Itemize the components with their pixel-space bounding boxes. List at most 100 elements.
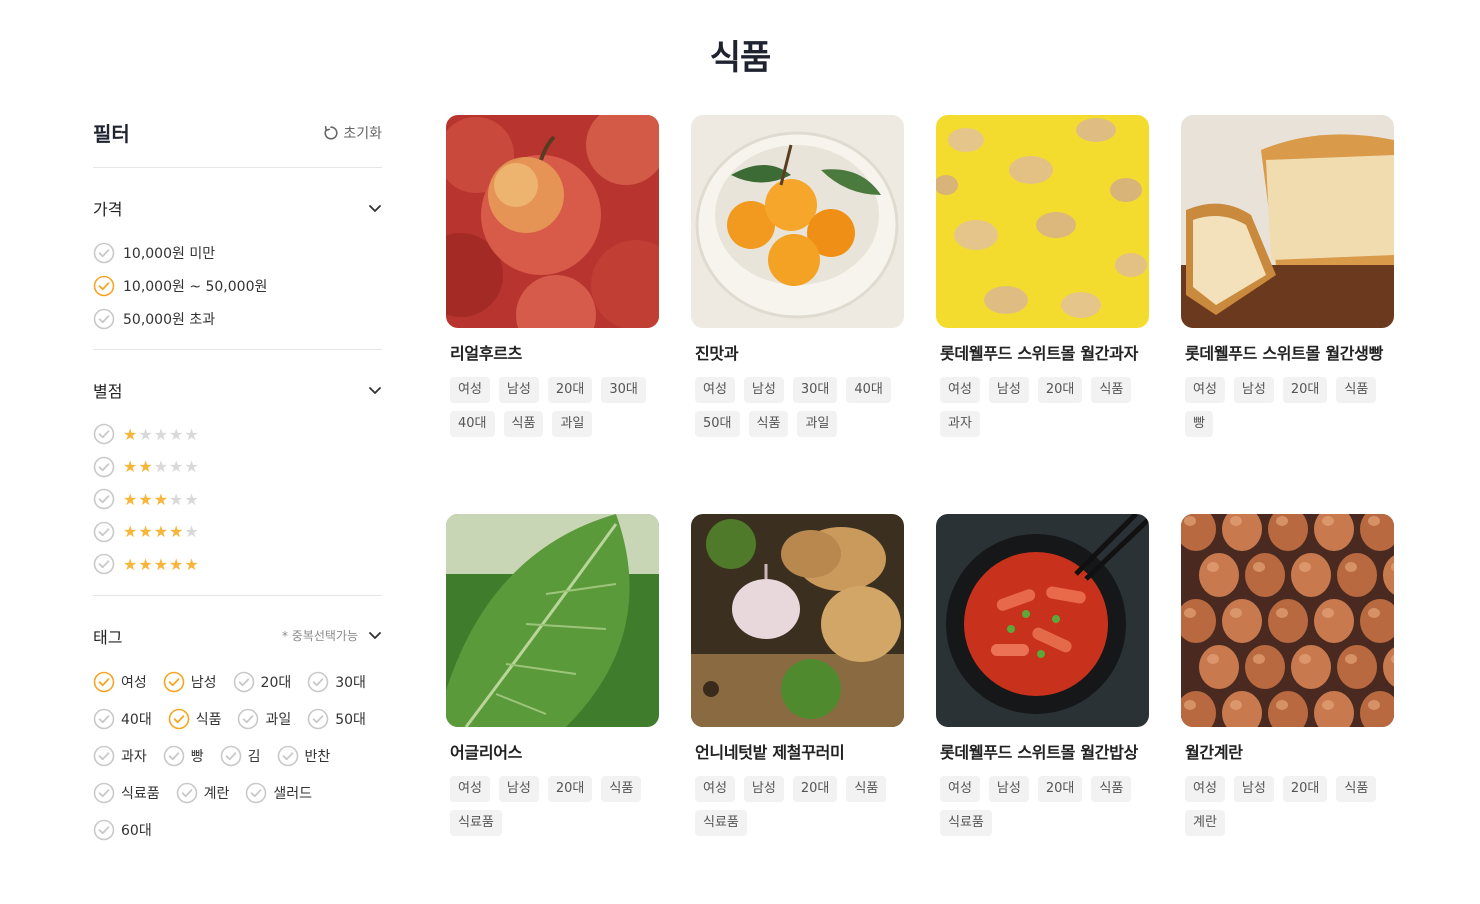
tag-chip: 20대 (1037, 776, 1083, 802)
product-image[interactable] (691, 514, 904, 727)
tag-chip: 40대 (846, 377, 891, 403)
unchecked-circle-icon[interactable] (93, 819, 115, 841)
tag-option[interactable]: 여성 (93, 664, 147, 701)
checked-circle-icon[interactable] (93, 671, 115, 693)
tag-chip: 여성 (1185, 776, 1225, 802)
product-name[interactable]: 롯데웰푸드 스위트몰 월간밥상 (936, 741, 1146, 764)
unchecked-circle-icon[interactable] (307, 708, 329, 730)
product-image[interactable] (936, 115, 1149, 328)
unchecked-circle-icon[interactable] (93, 242, 115, 264)
tag-option[interactable]: 60대 (93, 812, 152, 849)
price-option[interactable]: 10,000원 ~ 50,000원 (93, 269, 382, 302)
product-card[interactable]: 월간계란 여성 남성 20대 식품 계란 (1181, 514, 1394, 836)
unchecked-circle-icon[interactable] (233, 671, 255, 693)
tag-option[interactable]: 남성 (163, 664, 217, 701)
tag-option[interactable]: 30대 (307, 664, 366, 701)
product-card[interactable]: 롯데웰푸드 스위트몰 월간과자 여성 남성 20대 식품 과자 (936, 115, 1149, 437)
reset-button[interactable]: 초기화 (323, 123, 382, 143)
product-card[interactable]: 롯데웰푸드 스위트몰 월간밥상 여성 남성 20대 식품 식료품 (936, 514, 1149, 836)
product-tags: 여성 남성 20대 식품 빵 (1181, 377, 1391, 437)
tag-chip: 30대 (792, 377, 838, 403)
product-image[interactable] (1181, 514, 1394, 727)
page-title: 식품 (709, 38, 772, 78)
unchecked-circle-icon[interactable] (237, 708, 259, 730)
tag-option[interactable]: 계란 (176, 775, 230, 812)
chevron-down-icon[interactable] (368, 386, 382, 395)
price-option[interactable]: 10,000원 미만 (93, 236, 382, 269)
unchecked-circle-icon[interactable] (93, 488, 115, 510)
product-name[interactable]: 월간계란 (1181, 741, 1391, 764)
product-image[interactable] (446, 514, 659, 727)
tag-option[interactable]: 반찬 (277, 738, 331, 775)
tag-option[interactable]: 40대 (93, 701, 152, 738)
tag-chip: 식품 (1091, 776, 1132, 802)
unchecked-circle-icon[interactable] (176, 782, 198, 804)
tag-chip: 식품 (1336, 776, 1377, 802)
rating-filter-title: 별점 (93, 382, 123, 401)
unchecked-circle-icon[interactable] (93, 521, 115, 543)
product-image[interactable] (936, 514, 1149, 727)
tag-option[interactable]: 과자 (93, 738, 147, 775)
unchecked-circle-icon[interactable] (93, 745, 115, 767)
star-icon: ★ (138, 489, 154, 509)
product-image[interactable] (1181, 115, 1394, 328)
product-name[interactable]: 어글리어스 (446, 741, 656, 764)
product-card[interactable]: 어글리어스 여성 남성 20대 식품 식료품 (446, 514, 659, 836)
price-filter-header[interactable]: 가격 (93, 196, 382, 220)
unchecked-circle-icon[interactable] (163, 745, 185, 767)
product-card[interactable]: 롯데웰푸드 스위트몰 월간생빵여성 남성 20대 식품 빵 (1181, 115, 1394, 437)
unchecked-circle-icon[interactable] (220, 745, 242, 767)
tag-chip: 여성 (695, 377, 735, 403)
rating-option[interactable]: ★★★★★ (93, 516, 382, 549)
unchecked-circle-icon[interactable] (277, 745, 299, 767)
checked-circle-icon[interactable] (163, 671, 185, 693)
star-icon: ★ (123, 457, 139, 477)
tag-option-label: 20대 (260, 675, 292, 691)
tag-chip: 식품 (601, 776, 642, 802)
star-icon: ★ (169, 522, 185, 542)
checked-circle-icon[interactable] (93, 275, 115, 297)
rating-filter-header[interactable]: 별점 (93, 378, 382, 402)
chevron-down-icon[interactable] (368, 631, 382, 640)
product-image[interactable] (446, 115, 659, 328)
unchecked-circle-icon[interactable] (93, 708, 115, 730)
unchecked-circle-icon[interactable] (93, 782, 115, 804)
tag-option[interactable]: 과일 (237, 701, 291, 738)
tag-option[interactable]: 50대 (307, 701, 366, 738)
product-name[interactable]: 리얼후르츠 (446, 342, 656, 365)
rating-option[interactable]: ★★★★★ (93, 418, 382, 451)
unchecked-circle-icon[interactable] (307, 671, 329, 693)
tag-option[interactable]: 식품 (168, 701, 221, 738)
tag-chip: 식품 (846, 776, 887, 802)
tag-option[interactable]: 빵 (163, 738, 204, 775)
product-name[interactable]: 언니네텃밭 제철꾸러미 (691, 741, 901, 764)
product-name[interactable]: 진맛과 (691, 342, 901, 365)
rating-option[interactable]: ★★★★★ (93, 451, 382, 484)
tag-option-label: 과일 (265, 712, 292, 728)
product-card[interactable]: 진맛과 여성 남성 30대 40대 50대 식품 과일 (691, 115, 904, 437)
unchecked-circle-icon[interactable] (93, 456, 115, 478)
tag-option[interactable]: 20대 (233, 664, 292, 701)
tag-chip: 여성 (450, 776, 490, 802)
tag-filter-header[interactable]: 태그 * 중복선택가능 (93, 624, 382, 648)
product-name[interactable]: 롯데웰푸드 스위트몰 월간생빵 (1181, 342, 1391, 365)
product-card[interactable]: 리얼후르츠 여성 남성 20대 30대 40대 식품 과일 (446, 115, 659, 437)
tag-option[interactable]: 식료품 (93, 775, 160, 812)
tag-option[interactable]: 김 (220, 738, 261, 775)
product-name[interactable]: 롯데웰푸드 스위트몰 월간과자 (936, 342, 1146, 365)
tag-chip: 여성 (940, 776, 980, 802)
unchecked-circle-icon[interactable] (93, 423, 115, 445)
unchecked-circle-icon[interactable] (245, 782, 267, 804)
rating-option[interactable]: ★★★★★ (93, 548, 382, 581)
product-image[interactable] (691, 115, 904, 328)
product-card[interactable]: 언니네텃밭 제철꾸러미 여성 남성 20대 식품 식료품 (691, 514, 904, 836)
checked-circle-icon[interactable] (168, 708, 190, 730)
chevron-down-icon[interactable] (368, 204, 382, 213)
unchecked-circle-icon[interactable] (93, 553, 115, 575)
unchecked-circle-icon[interactable] (93, 308, 115, 330)
tag-option-label: 계란 (203, 786, 230, 802)
rating-option[interactable]: ★★★★★ (93, 483, 382, 516)
tag-option[interactable]: 샐러드 (245, 775, 312, 812)
tag-option-label: 반찬 (304, 749, 331, 765)
price-option[interactable]: 50,000원 초과 (93, 302, 382, 335)
